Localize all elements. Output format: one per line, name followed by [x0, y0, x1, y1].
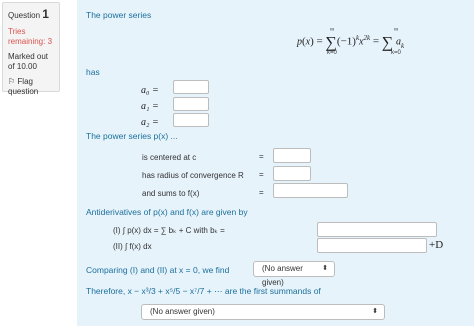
bk-input[interactable]: [317, 222, 437, 237]
plus-d: +D: [429, 239, 444, 251]
question-info-panel: Question 1 Tries remaining: 3 Marked out…: [2, 2, 60, 96]
question-number-value: 1: [42, 7, 49, 21]
has-text: has: [86, 67, 100, 77]
centered-eq: =: [259, 152, 264, 161]
radius-label: has radius of convergence R: [142, 171, 244, 180]
part-II-label: (II) ∫ f(x) dx: [113, 242, 152, 251]
comparison-select-value: (No answer given): [262, 264, 303, 287]
sum-lower-1: k=0: [327, 50, 337, 56]
sum-upper-1: ∞: [330, 27, 335, 33]
chevron-updown-icon: ⬍: [372, 308, 378, 315]
comparison-select[interactable]: (No answer given) ⬍: [253, 261, 335, 287]
antiderivatives-heading: Antiderivatives of p(x) and f(x) are giv…: [86, 207, 248, 217]
comparing-label: Comparing (I) and (II) at x = 0, we find: [86, 265, 230, 275]
flag-question-link[interactable]: ⚐ Flag question: [8, 77, 54, 97]
question-content: The power series p(x) = ∑(−1)kx2k = ∑ ak…: [77, 0, 474, 326]
radius-input[interactable]: [273, 166, 311, 181]
coef-a0-input[interactable]: [173, 80, 209, 94]
sums-label: and sums to f(x): [142, 189, 200, 198]
flag-icon: ⚐: [8, 77, 16, 86]
coef-a1-label: a₁ =: [141, 101, 159, 112]
marked-out-of: Marked out of 10.00: [8, 52, 49, 71]
question-label: Question: [8, 11, 41, 20]
centered-label: is centered at c: [142, 153, 197, 162]
question-number: Question 1: [8, 7, 54, 21]
power-series-formula: p(x) = ∑(−1)kx2k = ∑ ak: [297, 34, 405, 52]
intro-text: The power series: [86, 10, 152, 20]
tries-remaining: Tries remaining: 3: [8, 27, 53, 46]
coef-a2-input[interactable]: [173, 113, 209, 127]
coef-a2-label: a₂ =: [141, 117, 159, 128]
center-input[interactable]: [273, 148, 311, 163]
summands-select-value: (No answer given): [150, 307, 215, 316]
radius-eq: =: [259, 170, 264, 179]
coef-a1-input[interactable]: [173, 97, 209, 111]
sum-upper-2: ∞: [394, 27, 399, 33]
power-series-heading: The power series p(x) ...: [86, 131, 178, 141]
coef-a0-label: a₀ =: [141, 85, 159, 96]
sums-eq: =: [259, 188, 264, 197]
part-I-label: (I) ∫ p(x) dx = ∑ bₖ + C with bₖ =: [113, 226, 225, 235]
summands-select[interactable]: (No answer given) ⬍: [141, 304, 385, 320]
therefore-label: Therefore, x − x³/3 + x⁵/5 − x⁷/7 + ⋯ ar…: [86, 286, 321, 296]
antiderivative-f-input[interactable]: [317, 238, 427, 253]
chevron-updown-icon: ⬍: [322, 265, 328, 272]
sum-lower-2: k=0: [391, 50, 401, 56]
sum-function-input[interactable]: [273, 183, 348, 198]
